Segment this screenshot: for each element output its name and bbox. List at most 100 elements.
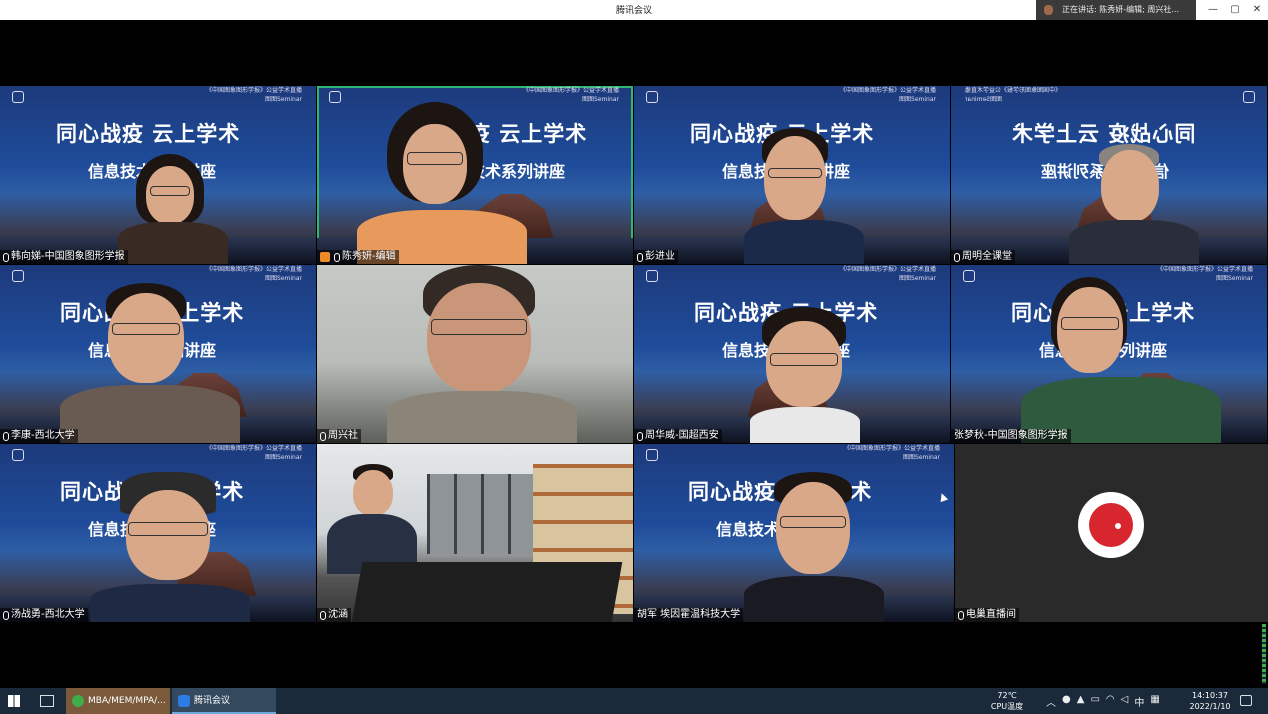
- participant-name: 张梦秋-中国图象图形学报: [954, 430, 1068, 441]
- mic-tray-icon[interactable]: ●: [1062, 694, 1071, 709]
- banner-caption: 《中国图象图形学报》公益学术直播: [522, 87, 619, 94]
- keyboard-icon[interactable]: ▦: [1150, 694, 1159, 709]
- ime-indicator[interactable]: 中: [1134, 694, 1144, 709]
- banner-top-text: 《中国图象图形学报》公益学术直播图图Seminar: [206, 86, 302, 104]
- journal-logo-icon: [963, 270, 975, 282]
- banner-caption: 《中国图象图形学报》公益学术直播: [839, 87, 936, 94]
- participant-namebar: 周兴社: [317, 429, 361, 443]
- participant-name: 汤战勇-西北大学: [11, 609, 85, 620]
- tencent-meeting-icon: [178, 695, 190, 707]
- banner-top-text: 《中国图象图形学报》公益学术直播图图Seminar: [840, 86, 936, 104]
- video-tile[interactable]: 沈涵: [317, 444, 633, 622]
- taskbar-app-wechat[interactable]: MBA/MEM/MPA/...: [66, 688, 170, 714]
- banner-caption: 《中国图象图形学报》公益学术直播: [843, 445, 940, 452]
- participant-video: [1021, 277, 1221, 443]
- dianchao-logo-icon: [1078, 492, 1144, 558]
- participant-namebar: 沈涵: [317, 608, 351, 622]
- video-tile[interactable]: 《中国图象图形学报》公益学术直播图图Seminar 同心战疫 云上学术 信息技术…: [951, 86, 1267, 264]
- clock[interactable]: 14:10:37 2022/1/10: [1186, 690, 1234, 712]
- chevron-up-icon[interactable]: ︿: [1046, 694, 1056, 709]
- speaker-avatar-icon: [1044, 5, 1053, 15]
- mic-muted-icon: [320, 610, 326, 620]
- video-tile[interactable]: 《中国图象图形学报》公益学术直播图图Seminar 同心战疫 云上学术 信息技术…: [0, 265, 316, 443]
- task-view-icon[interactable]: [40, 695, 54, 707]
- video-tile[interactable]: 《中国图象图形学报》公益学术直播图图Seminar 同心战疫 云上学术 信息技术…: [951, 265, 1267, 443]
- video-tile[interactable]: 周兴社: [317, 265, 633, 443]
- participant-video: [750, 307, 860, 443]
- journal-logo-icon: [12, 449, 24, 461]
- banner-seminar: 图图Seminar: [903, 454, 940, 461]
- participant-video: [90, 472, 250, 622]
- cpu-temp-label: CPU温度: [990, 702, 1024, 711]
- battery-icon[interactable]: ▭: [1090, 694, 1099, 709]
- banner-caption: 《中国图象图形学报》公益学术直播: [205, 87, 302, 94]
- taskbar-app-tencent-meeting[interactable]: 腾讯会议: [172, 688, 276, 714]
- video-tile[interactable]: 《中国图象图形学报》公益学术直播图图Seminar 同心战疫 云上学术 信息技术…: [634, 265, 950, 443]
- participant-name: 沈涵: [328, 609, 348, 620]
- close-button[interactable]: ✕: [1246, 0, 1268, 20]
- banner-caption: 《中国图象图形学报》公益学术直播: [1156, 266, 1253, 273]
- video-tile-active-speaker[interactable]: 《中国图象图形学报》公益学术直播 图图Seminar 同心战疫 云上学术 信息技术…: [317, 86, 633, 264]
- participant-namebar: 彭进业: [634, 250, 678, 264]
- participant-namebar: 电巢直播间: [955, 608, 1019, 622]
- banner-top-text: 《中国图象图形学报》公益学术直播图图Seminar: [844, 444, 940, 462]
- video-tile[interactable]: 《中国图象图形学报》公益学术直播图图Seminar 同心战疫 云上学术 信息技术…: [634, 86, 950, 264]
- mic-muted-icon: [334, 252, 340, 262]
- speaking-indicator[interactable]: 正在讲话: 陈秀妍-编辑; 周兴社...: [1036, 0, 1196, 20]
- banner-seminar: 图图Seminar: [265, 454, 302, 461]
- journal-logo-icon: [329, 91, 341, 103]
- mic-muted-icon: [3, 252, 9, 262]
- participant-namebar: 汤战勇-西北大学: [0, 608, 88, 622]
- maximize-button[interactable]: ▢: [1224, 0, 1246, 20]
- banner-caption: 《中国图象图形学报》公益学术直播: [205, 266, 302, 273]
- banner-seminar: 图图Seminar: [582, 96, 619, 103]
- participant-video: [357, 98, 527, 264]
- taskbar-app-label: 腾讯会议: [194, 696, 231, 706]
- banner-seminar: 图图Seminar: [899, 96, 936, 103]
- window-controls: — ▢ ✕: [1202, 0, 1268, 20]
- participant-video: [1069, 144, 1199, 264]
- banner-top-text: 《中国图象图形学报》公益学术直播 图图Seminar: [840, 265, 936, 283]
- notification-icon[interactable]: [1240, 695, 1252, 706]
- taskbar: MBA/MEM/MPA/... 腾讯会议 72℃ CPU温度 ︿ ● ▲ ▭ ◠…: [0, 688, 1268, 714]
- video-tile[interactable]: 《中国图象图形学报》公益学术直播图图Seminar 同心战疫 云上学术 信息技术…: [0, 444, 316, 622]
- participant-name: 胡军 埃因霍温科技大学: [637, 609, 741, 620]
- video-tile[interactable]: 《中国图象图形学报》公益学术直播图图Seminar 同心战疫 云上学术 信息技术…: [0, 86, 316, 264]
- windows-start-icon[interactable]: [8, 695, 20, 707]
- banner-top-text: 《中国图象图形学报》公益学术直播图图Seminar: [206, 265, 302, 283]
- mic-muted-icon: [958, 610, 964, 620]
- mic-muted-icon: [320, 431, 326, 441]
- video-tile[interactable]: 《中国图象图形学报》公益学术直播图图Seminar 同心战疫 云上学术 信息技术…: [634, 444, 954, 622]
- participant-name: 韩向娣-中国图象图形学报: [11, 251, 125, 262]
- wifi-icon[interactable]: ◠: [1106, 694, 1115, 709]
- participant-video: [118, 144, 228, 264]
- mic-muted-icon: [637, 252, 643, 262]
- title-bar: 腾讯会议 正在讲话: 陈秀妍-编辑; 周兴社... — ▢ ✕: [0, 0, 1268, 20]
- participant-namebar: 韩向娣-中国图象图形学报: [0, 250, 128, 264]
- cpu-temp[interactable]: 72℃ CPU温度: [986, 690, 1028, 712]
- participant-video: [744, 472, 884, 622]
- participant-name: 陈秀妍-编辑: [342, 251, 396, 262]
- desk: [351, 562, 623, 622]
- journal-logo-icon: [12, 270, 24, 282]
- participant-namebar: 周明全课堂: [951, 250, 1015, 264]
- host-icon: [320, 252, 330, 262]
- participant-video: [327, 464, 417, 574]
- volume-icon[interactable]: ◁: [1121, 694, 1129, 709]
- participant-name: 电巢直播间: [966, 609, 1016, 620]
- bell-icon[interactable]: ▲: [1077, 694, 1085, 709]
- participant-video: [744, 128, 864, 264]
- journal-logo-icon: [12, 91, 24, 103]
- office-window: [427, 474, 537, 554]
- journal-logo-icon: [646, 449, 658, 461]
- video-tile[interactable]: 电巢直播间: [955, 444, 1268, 622]
- journal-logo-icon: [646, 91, 658, 103]
- minimize-button[interactable]: —: [1202, 0, 1224, 20]
- wechat-icon: [72, 695, 84, 707]
- banner-top-text: 《中国图象图形学报》公益学术直播 图图Seminar: [206, 444, 302, 462]
- journal-logo-icon: [1243, 91, 1255, 103]
- volume-meter: [1262, 624, 1266, 684]
- banner-seminar: 图图Seminar: [265, 275, 302, 282]
- participant-namebar: 周华威-国超西安: [634, 429, 722, 443]
- banner-seminar: 图图Seminar: [265, 96, 302, 103]
